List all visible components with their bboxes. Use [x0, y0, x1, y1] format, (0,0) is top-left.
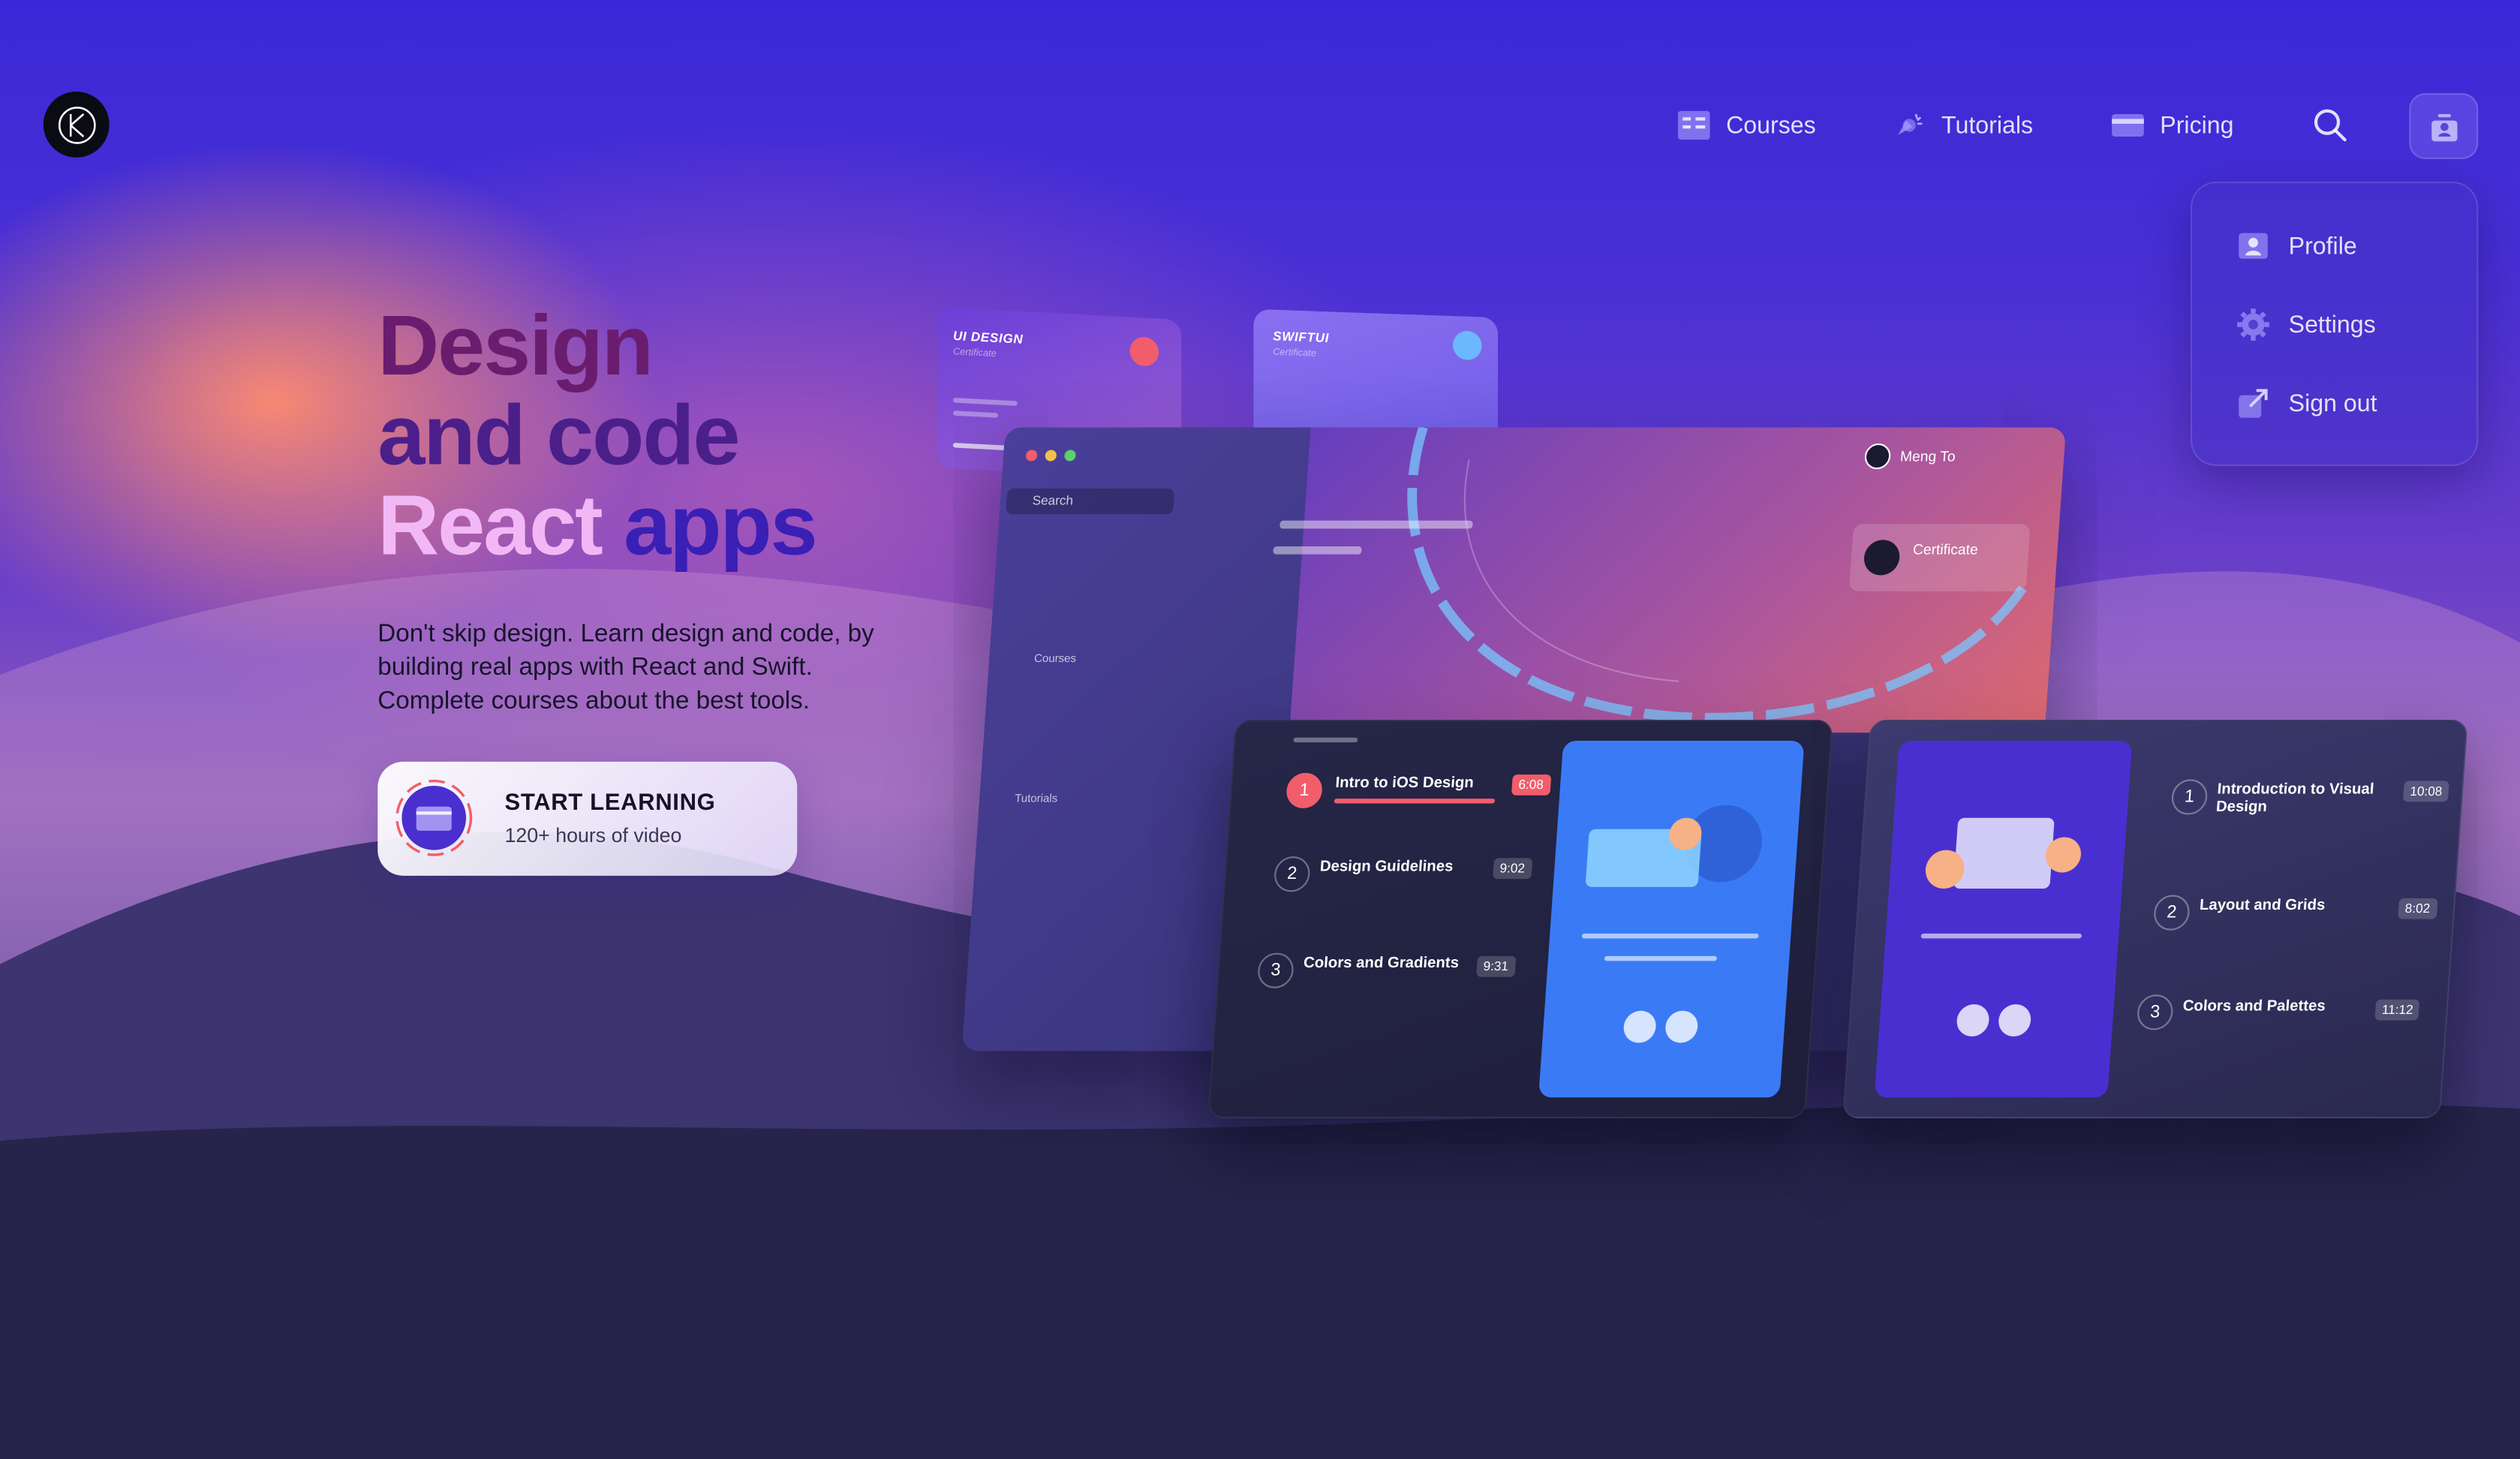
right-list-num-1: 1 [2170, 779, 2209, 815]
left-list-time-1: 6:08 [1511, 774, 1551, 796]
right-list-num-3: 3 [2136, 994, 2174, 1030]
crown-icon [1863, 540, 1901, 576]
mockup-certificate-widget: Certificate [1848, 523, 2031, 591]
profile-icon [2239, 233, 2268, 259]
right-list-time-3: 11:12 [2374, 999, 2421, 1021]
nav-pricing-label: Pricing [2160, 111, 2234, 140]
menu-item-profile[interactable]: Profile [2237, 225, 2357, 267]
nav-courses-label: Courses [1726, 111, 1816, 140]
search-button[interactable] [2311, 106, 2350, 144]
menu-item-settings[interactable]: Settings [2237, 304, 2376, 346]
ui-design-badge-icon [1129, 336, 1159, 367]
right-list-time-2: 8:02 [2398, 898, 2437, 919]
left-list-title-1: Intro to iOS Design [1334, 774, 1475, 793]
start-learning-icon [395, 779, 473, 856]
left-list-time-3: 9:31 [1476, 955, 1516, 977]
left-list-title-2: Design Guidelines [1319, 858, 1454, 876]
menu-item-sign-out[interactable]: Sign out [2237, 383, 2377, 425]
nav-tutorials-label: Tutorials [1941, 111, 2034, 140]
sign-out-icon [2239, 389, 2268, 418]
hero-title-line2: and code [377, 389, 740, 484]
left-list-num-1: 1 [1285, 772, 1324, 808]
page: Courses Tutorials Pricing Profile Settin… [0, 0, 2520, 1459]
mockup-avatar [1863, 443, 1892, 470]
courses-icon [1677, 110, 1710, 140]
left-list-num-3: 3 [1256, 952, 1295, 988]
course-list-panel-left: 1 Intro to iOS Design 6:08 2 Design Guid… [1207, 720, 1833, 1119]
account-button[interactable] [2409, 93, 2479, 159]
right-list-time-1: 10:08 [2402, 781, 2449, 802]
account-icon [2431, 113, 2457, 141]
right-list-title-3: Colors and Palettes [2182, 997, 2326, 1016]
left-list-time-2: 9:02 [1493, 858, 1532, 880]
mockup-user-name: Meng To [1899, 448, 1956, 465]
left-list-title-3: Colors and Gradients [1303, 954, 1460, 973]
tutorials-icon [1898, 113, 1923, 135]
mockup-certificate-label: Certificate [1912, 541, 1979, 558]
nav-tutorials[interactable]: Tutorials [1893, 103, 2033, 148]
mockup-sidebar-tutorials: Tutorials [1014, 793, 1058, 805]
pricing-icon [2112, 114, 2144, 137]
right-list-title-1: Introduction to Visual Design [2215, 781, 2375, 817]
swiftui-cert-title: SWIFTUI [1273, 329, 1330, 346]
gear-icon [2237, 308, 2269, 341]
hero-title-line1: Design [377, 299, 654, 394]
start-learning-button[interactable]: START LEARNING 120+ hours of video [377, 761, 798, 876]
left-course-illustration [1538, 741, 1805, 1098]
logo-icon [57, 106, 95, 143]
mockup-search-placeholder: Search [1032, 493, 1074, 508]
ui-design-cert-title: UI DESIGN [952, 328, 1024, 347]
logo[interactable] [43, 92, 110, 158]
nav-courses[interactable]: Courses [1677, 103, 1816, 148]
swiftui-badge-icon [1453, 330, 1482, 361]
cta-subtitle: 120+ hours of video [504, 824, 682, 847]
ui-design-cert-sub: Certificate [952, 347, 997, 360]
right-list-num-2: 2 [2152, 895, 2191, 931]
menu-settings-label: Settings [2288, 311, 2376, 338]
left-list-num-2: 2 [1273, 856, 1311, 892]
hero-description: Don't skip design. Learn design and code… [377, 620, 874, 715]
menu-sign-out-label: Sign out [2288, 390, 2377, 417]
right-course-illustration [1874, 741, 2133, 1098]
mockup-user-chip: Meng To [1863, 443, 1956, 470]
mockup-sidebar-courses: Courses [1033, 654, 1077, 666]
swiftui-cert-sub: Certificate [1273, 348, 1317, 359]
search-icon [2314, 109, 2347, 142]
hero-title: Design and code React apps [377, 299, 817, 574]
right-list-title-2: Layout and Grids [2199, 896, 2326, 915]
account-menu: Profile Settings Sign out [2191, 181, 2479, 466]
mockup-search-field: Search [1006, 488, 1175, 515]
hero-title-line3-react: React [377, 479, 603, 574]
nav-pricing[interactable]: Pricing [2112, 103, 2234, 148]
menu-profile-label: Profile [2288, 232, 2357, 260]
course-list-panel-right: 1 Introduction to Visual Design 10:08 2 … [1842, 720, 2468, 1119]
hero-title-line3-apps: apps [624, 479, 817, 574]
cta-title: START LEARNING [504, 790, 716, 817]
